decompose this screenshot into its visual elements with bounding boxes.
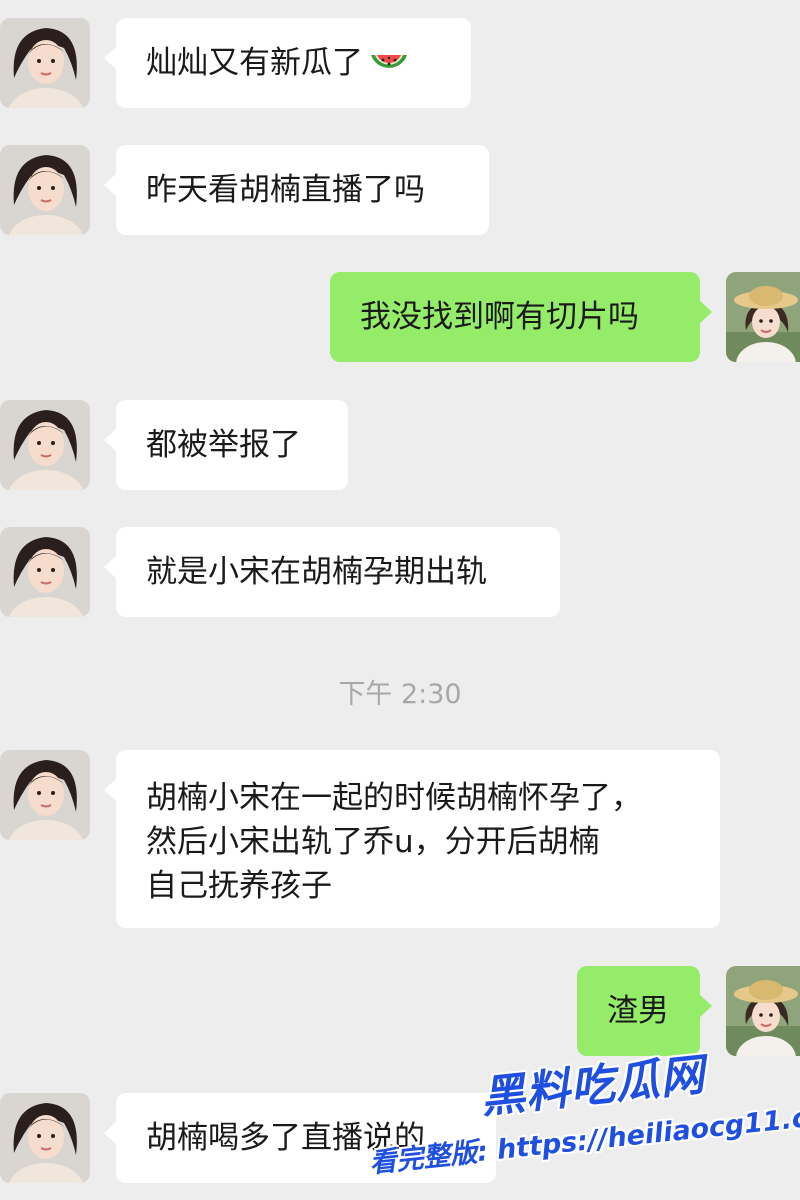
contact-avatar[interactable] <box>0 145 90 235</box>
message-text: 灿灿又有新瓜了 <box>146 45 363 81</box>
message-text-line: 胡楠小宋在一起的时候胡楠怀孕了， <box>146 780 642 816</box>
girl-straw-hat-avatar-icon <box>726 966 800 1056</box>
girl-portrait-avatar-icon <box>0 145 90 235</box>
chat-timestamp: 下午 2:30 <box>338 679 462 710</box>
girl-portrait-avatar-icon <box>0 400 90 490</box>
contact-avatar[interactable] <box>0 400 90 490</box>
message-text: 我没找到啊有切片吗 <box>360 299 639 335</box>
incoming-message-bubble[interactable]: 昨天看胡楠直播了吗 <box>104 145 489 235</box>
contact-avatar[interactable] <box>0 750 90 840</box>
incoming-message-bubble[interactable]: 就是小宋在胡楠孕期出轨 <box>104 527 560 617</box>
contact-avatar[interactable] <box>0 1093 90 1183</box>
incoming-message-bubble[interactable]: 胡楠小宋在一起的时候胡楠怀孕了， 然后小宋出轨了乔u，分开后胡楠 自己抚养孩子 <box>104 750 720 928</box>
message-text: 胡楠喝多了直播说的 <box>146 1120 425 1156</box>
message-text: 都被举报了 <box>146 427 301 463</box>
message-text-line: 然后小宋出轨了乔u，分开后胡楠 <box>146 824 600 860</box>
incoming-message-bubble[interactable]: 灿灿又有新瓜了 <box>104 18 471 108</box>
message-text: 渣男 <box>607 993 669 1029</box>
incoming-message-bubble[interactable]: 都被举报了 <box>104 400 348 490</box>
my-avatar[interactable] <box>726 272 800 362</box>
my-avatar[interactable] <box>726 966 800 1056</box>
girl-portrait-avatar-icon <box>0 750 90 840</box>
message-text-line: 自己抚养孩子 <box>146 868 332 904</box>
chat-screen: 灿灿又有新瓜了 昨天看胡楠直播了吗 我没找到啊有切片吗 都被举报了 就是小宋在胡… <box>0 0 800 1200</box>
outgoing-message-bubble[interactable]: 渣男 <box>577 966 712 1056</box>
girl-portrait-avatar-icon <box>0 1093 90 1183</box>
contact-avatar[interactable] <box>0 18 90 108</box>
watermelon-icon <box>371 55 407 68</box>
girl-portrait-avatar-icon <box>0 527 90 617</box>
contact-avatar[interactable] <box>0 527 90 617</box>
girl-portrait-avatar-icon <box>0 18 90 108</box>
incoming-message-bubble[interactable]: 胡楠喝多了直播说的 <box>104 1093 496 1183</box>
message-text: 胡楠小宋在一起的时候胡楠怀孕了， 然后小宋出轨了乔u，分开后胡楠 自己抚养孩子 <box>146 776 642 908</box>
message-text: 昨天看胡楠直播了吗 <box>146 172 425 208</box>
outgoing-message-bubble[interactable]: 我没找到啊有切片吗 <box>330 272 712 362</box>
message-text: 就是小宋在胡楠孕期出轨 <box>146 554 487 590</box>
girl-straw-hat-avatar-icon <box>726 272 800 362</box>
